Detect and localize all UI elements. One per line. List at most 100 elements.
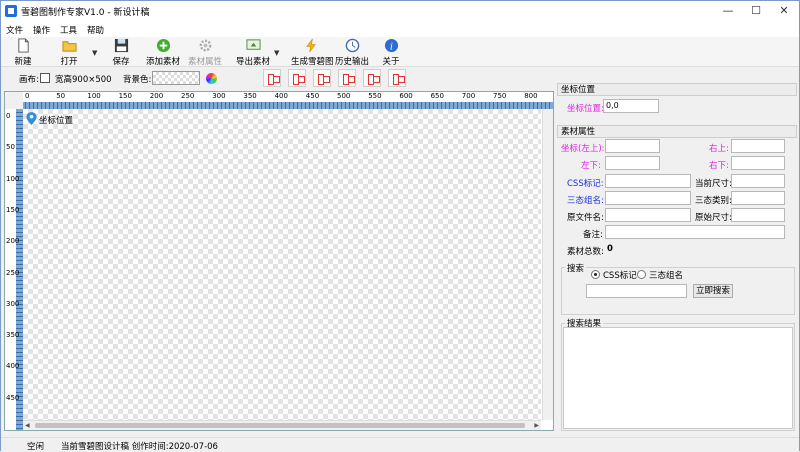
- maximize-button[interactable]: ☐: [741, 1, 771, 21]
- menu-file[interactable]: 文件: [1, 22, 28, 36]
- bottom-left-field[interactable]: [605, 156, 660, 170]
- minimize-button[interactable]: —: [713, 1, 743, 21]
- app-window: 雪碧图制作专家V1.0 - 新设计稿 — ☐ ✕ 文件 操作 工具 帮助 新建 打开 …: [0, 0, 800, 452]
- new-button[interactable]: 新建: [9, 37, 37, 67]
- scroll-right-icon[interactable]: ▶: [534, 422, 539, 429]
- coord-field[interactable]: 0,0: [603, 99, 659, 113]
- open-dropdown-icon[interactable]: ▼: [92, 49, 97, 57]
- ruler-x-tick: 600: [399, 92, 413, 100]
- ruler-x-tick: 400: [274, 92, 288, 100]
- bg-color-swatch[interactable]: [152, 71, 200, 85]
- radio-tristate[interactable]: [637, 270, 646, 279]
- transparent-canvas[interactable]: [23, 109, 541, 420]
- new-label: 新建: [14, 57, 32, 67]
- design-canvas[interactable]: 坐标位置 ◀ ▶ 0 50 100 150 200 250 300 350 400 450 500 5…: [4, 91, 554, 431]
- ruler-x-tick: 250: [181, 92, 195, 100]
- scroll-left-icon[interactable]: ◀: [25, 422, 30, 429]
- total-value: 0: [607, 244, 613, 254]
- orig-size-field[interactable]: [731, 208, 785, 222]
- radio-tristate-label: 三态组名: [649, 271, 684, 281]
- ruler-y-tick: 150: [6, 205, 20, 214]
- status-bar: 空闲 当前雪碧图设计稿 创作时间:2020-07-06: [1, 437, 799, 452]
- ruler-x-tick: 350: [243, 92, 257, 100]
- search-title: 搜索: [565, 262, 587, 274]
- status-doc: 当前雪碧图设计稿 创作时间:2020-07-06: [61, 442, 218, 452]
- color-palette-icon[interactable]: [206, 73, 217, 84]
- align-bottom-icon[interactable]: [388, 69, 406, 87]
- coord-panel-header: 坐标位置: [557, 83, 797, 96]
- open-label: 打开: [60, 57, 78, 67]
- coord-label: 坐标位置:: [567, 104, 604, 114]
- align-center-icon[interactable]: [288, 69, 306, 87]
- ruler-x-tick: 550: [368, 92, 382, 100]
- ruler-y-tick: 200: [6, 237, 20, 246]
- css-mark-field[interactable]: [605, 174, 691, 188]
- menu-operate[interactable]: 操作: [28, 22, 55, 36]
- ruler-x-tick: 100: [87, 92, 101, 100]
- ruler-x-tick: 800: [524, 92, 538, 100]
- align-middle-icon[interactable]: [363, 69, 381, 87]
- orig-filename-field[interactable]: [605, 208, 691, 222]
- location-pin-icon[interactable]: [26, 112, 37, 125]
- menu-help[interactable]: 帮助: [82, 22, 109, 36]
- marker-label: 坐标位置: [39, 116, 74, 126]
- tristate-type-field[interactable]: [731, 191, 785, 205]
- ruler-x-tick: 500: [337, 92, 351, 100]
- search-button[interactable]: 立即搜索: [693, 284, 733, 298]
- props-panel-header: 素材属性: [557, 125, 797, 138]
- gear-icon: [199, 39, 211, 52]
- about-button[interactable]: i 关于: [379, 37, 403, 67]
- orig-filename-label: 原文件名:: [567, 213, 604, 223]
- ruler-y-tick: 100: [6, 174, 20, 183]
- total-label: 素材总数:: [567, 247, 604, 257]
- generate-sprite-button[interactable]: 生成雪碧图: [291, 37, 334, 67]
- css-mark-label: CSS标记:: [567, 179, 604, 189]
- align-left-icon[interactable]: [263, 69, 281, 87]
- vertical-scrollbar[interactable]: [542, 109, 553, 420]
- ruler-y-tick: 250: [6, 268, 20, 277]
- align-top-icon[interactable]: [338, 69, 356, 87]
- material-props-button[interactable]: 素材属性: [187, 37, 223, 67]
- app-icon: [5, 5, 17, 17]
- coord-topleft-field[interactable]: [605, 139, 660, 153]
- export-material-button[interactable]: 导出素材: [235, 37, 271, 67]
- top-right-label: 右上:: [709, 144, 729, 154]
- ruler-x-tick: 50: [56, 92, 66, 100]
- menu-tools[interactable]: 工具: [55, 22, 82, 36]
- top-right-field[interactable]: [731, 139, 785, 153]
- tristate-name-field[interactable]: [605, 191, 691, 205]
- save-icon: [114, 38, 128, 53]
- add-icon: [156, 38, 170, 53]
- generate-sprite-label: 生成雪碧图: [291, 57, 334, 67]
- bottom-right-label: 右下:: [709, 161, 729, 171]
- export-dropdown-icon[interactable]: ▼: [274, 49, 279, 57]
- add-material-button[interactable]: 添加素材: [145, 37, 181, 67]
- bottom-right-field[interactable]: [731, 156, 785, 170]
- radio-css-mark[interactable]: [591, 270, 600, 279]
- add-material-label: 添加素材: [145, 57, 180, 67]
- horizontal-scrollbar[interactable]: ◀ ▶: [23, 420, 541, 430]
- results-list[interactable]: [563, 327, 793, 429]
- svg-text:i: i: [390, 41, 393, 52]
- scroll-thumb[interactable]: [35, 423, 525, 428]
- canvas-size: 宽高900×500: [55, 75, 112, 85]
- canvas-settings-icon[interactable]: [40, 73, 50, 83]
- tristate-type-label: 三态类别:: [695, 196, 732, 206]
- history-export-button[interactable]: 历史输出: [334, 37, 370, 67]
- save-button[interactable]: 保存: [107, 37, 135, 67]
- tristate-name-label: 三态组名:: [567, 196, 604, 206]
- note-label: 备注:: [583, 230, 603, 240]
- save-label: 保存: [112, 57, 130, 67]
- align-right-icon[interactable]: [313, 69, 331, 87]
- orig-size-label: 原始尺寸:: [695, 213, 732, 223]
- ruler-x-tick: 300: [212, 92, 226, 100]
- close-button[interactable]: ✕: [769, 1, 799, 21]
- note-field[interactable]: [605, 225, 785, 239]
- ruler-x-tick: 150: [118, 92, 132, 100]
- current-size-field[interactable]: [731, 174, 785, 188]
- open-button[interactable]: 打开: [55, 37, 83, 67]
- search-input[interactable]: [586, 284, 687, 298]
- canvas-bar: 画布: 宽高900×500 背景色:: [1, 67, 553, 90]
- current-size-label: 当前尺寸:: [695, 179, 732, 189]
- menu-bar: 文件 操作 工具 帮助: [1, 22, 799, 37]
